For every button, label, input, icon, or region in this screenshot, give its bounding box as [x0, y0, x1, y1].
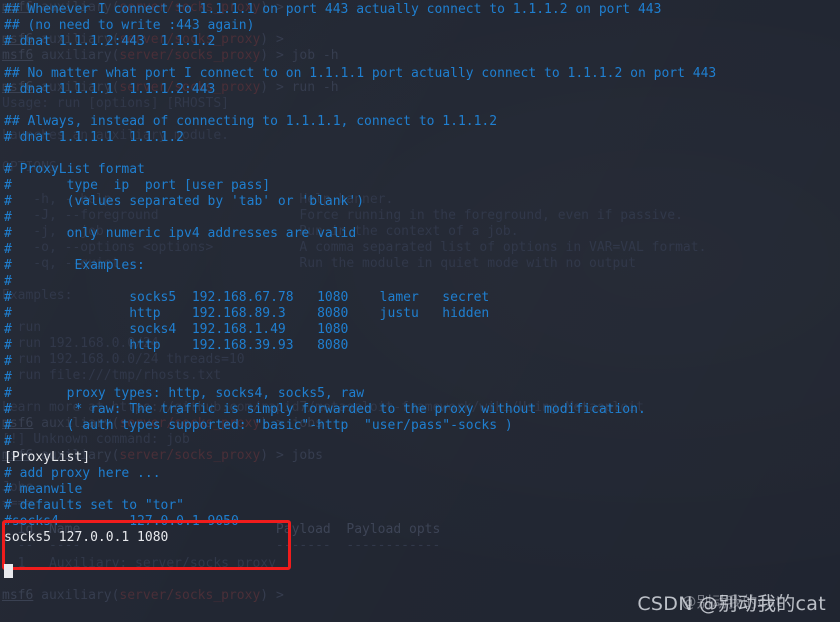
config-line: [ProxyList]	[4, 450, 91, 465]
config-line: # proxy types: http, socks4, socks5, raw	[4, 386, 365, 401]
config-line: # dnat 1.1.1.1 1.1.1.2:443	[4, 82, 216, 97]
config-line: # defaults set to "tor"	[4, 498, 185, 513]
config-line: # http 192.168.39.93 8080	[4, 338, 349, 353]
config-line: # ( auth types supported: "basic"-http "…	[4, 418, 513, 433]
config-line: #	[4, 210, 12, 225]
config-line: #socks4 127.0.0.1 9050	[4, 514, 239, 529]
ghost-line: run 192.168.0.0/24 threads=10	[2, 352, 245, 367]
config-line: # (values separated by 'tab' or 'blank')	[4, 194, 365, 209]
ghost-line: -o, --options <options> A comma separate…	[2, 240, 707, 255]
config-line: # Examples:	[4, 258, 145, 273]
ghost-line: [!] Unknown command: job	[2, 432, 190, 447]
terminal-screen: msf6 auxiliary(server/socks_proxy) > msf…	[0, 0, 840, 622]
config-line: #	[4, 242, 12, 257]
ghost-line: 1 Auxiliary: server/socks_proxy	[2, 556, 276, 571]
config-line: # dnat 1.1.1.2:443 1.1.1.2	[4, 34, 216, 49]
csdn-watermark: CSDN @别动我的cat @别动我的cat	[637, 589, 826, 616]
config-line: socks5 127.0.0.1 1080	[4, 530, 169, 545]
ghost-line: run file:///tmp/rhosts.txt	[2, 368, 222, 383]
ghost-line: msf6 auxiliary(server/socks_proxy) > job…	[2, 48, 339, 63]
config-line: ## (no need to write :443 again)	[4, 18, 255, 33]
config-line: # ProxyList format	[4, 162, 145, 177]
config-line: #	[4, 354, 12, 369]
config-line: # socks5 192.168.67.78 1080 lamer secret	[4, 290, 490, 305]
ghost-line: Usage: run [options] [RHOSTS]	[2, 96, 229, 111]
config-line: # add proxy here ...	[4, 466, 161, 481]
ghost-line: -J, --foreground Force running in the fo…	[2, 208, 683, 223]
config-line: # meanwile	[4, 482, 83, 497]
text-cursor	[4, 564, 13, 578]
watermark-ghost-text: @别动我的cat	[681, 593, 783, 611]
watermark-text: CSDN @别动我的cat	[637, 593, 826, 615]
config-line: # socks4 192.168.1.49 1080	[4, 322, 349, 337]
config-line: #	[4, 434, 12, 449]
config-line: ## Whenever I connect to 1.1.1.1 on port…	[4, 2, 662, 17]
config-line: #	[4, 370, 12, 385]
config-line: # only numeric ipv4 addresses are valid	[4, 226, 357, 241]
config-line: #	[4, 274, 12, 289]
config-line: # type ip port [user pass]	[4, 178, 271, 193]
config-line: ## No matter what port I connect to on 1…	[4, 66, 717, 81]
config-line: # dnat 1.1.1.1 1.1.1.2	[4, 130, 185, 145]
config-line: # http 192.168.89.3 8080 justu hidden	[4, 306, 490, 321]
ghost-line: msf6 auxiliary(server/socks_proxy) >	[2, 588, 292, 603]
config-line: ## Always, instead of connecting to 1.1.…	[4, 114, 498, 129]
config-line: # * raw: The traffic is simply forwarded…	[4, 402, 646, 417]
